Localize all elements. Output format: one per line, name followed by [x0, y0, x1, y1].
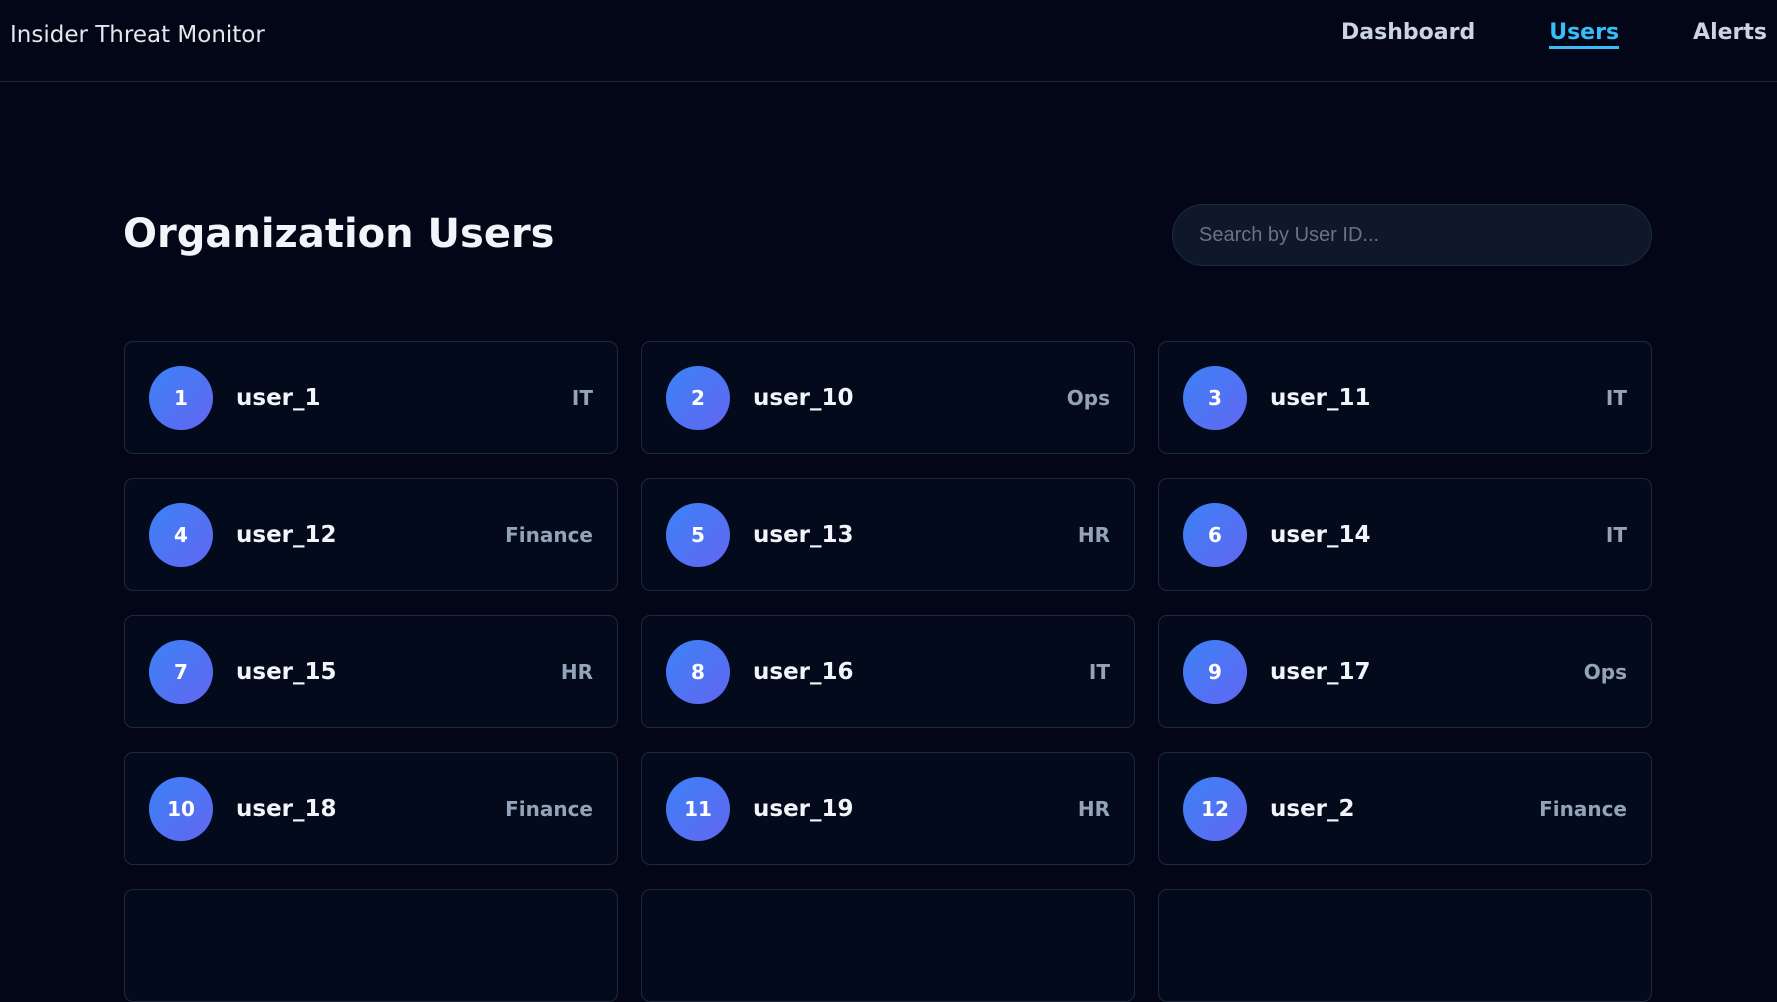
- department-label: Finance: [1539, 797, 1627, 821]
- avatar: 10: [149, 777, 213, 841]
- department-label: IT: [1605, 386, 1627, 410]
- department-label: HR: [560, 660, 593, 684]
- user-card-partial[interactable]: [641, 889, 1135, 1002]
- user-card[interactable]: 2 user_10 Ops: [641, 341, 1135, 454]
- user-card[interactable]: 11 user_19 HR: [641, 752, 1135, 865]
- avatar: 1: [149, 366, 213, 430]
- avatar: 11: [666, 777, 730, 841]
- main-nav: Dashboard Users Alerts: [1341, 20, 1777, 49]
- avatar: 9: [1183, 640, 1247, 704]
- user-card[interactable]: 3 user_11 IT: [1158, 341, 1652, 454]
- user-name: user_14: [1270, 522, 1371, 548]
- user-card[interactable]: 5 user_13 HR: [641, 478, 1135, 591]
- user-name: user_17: [1270, 659, 1371, 685]
- user-card[interactable]: 4 user_12 Finance: [124, 478, 618, 591]
- user-card[interactable]: 12 user_2 Finance: [1158, 752, 1652, 865]
- user-name: user_12: [236, 522, 337, 548]
- nav-dashboard-link[interactable]: Dashboard: [1341, 20, 1475, 49]
- user-name: user_10: [753, 385, 854, 411]
- user-name: user_1: [236, 385, 321, 411]
- avatar: 12: [1183, 777, 1247, 841]
- avatar: 8: [666, 640, 730, 704]
- user-card-grid: 1 user_1 IT 2 user_10 Ops 3 user_11 IT 4…: [124, 341, 1652, 1002]
- user-name: user_13: [753, 522, 854, 548]
- user-name: user_2: [1270, 796, 1355, 822]
- department-label: HR: [1077, 797, 1110, 821]
- user-card[interactable]: 7 user_15 HR: [124, 615, 618, 728]
- search-input[interactable]: [1172, 204, 1652, 266]
- nav-alerts-link[interactable]: Alerts: [1693, 20, 1767, 49]
- avatar: 7: [149, 640, 213, 704]
- user-card-partial[interactable]: [124, 889, 618, 1002]
- top-navigation-bar: Insider Threat Monitor Dashboard Users A…: [0, 0, 1777, 82]
- user-card-partial[interactable]: [1158, 889, 1652, 1002]
- user-card[interactable]: 9 user_17 Ops: [1158, 615, 1652, 728]
- avatar: 4: [149, 503, 213, 567]
- department-label: Finance: [505, 523, 593, 547]
- department-label: IT: [1605, 523, 1627, 547]
- department-label: HR: [1077, 523, 1110, 547]
- user-card[interactable]: 10 user_18 Finance: [124, 752, 618, 865]
- department-label: Finance: [505, 797, 593, 821]
- avatar: 2: [666, 366, 730, 430]
- user-card[interactable]: 1 user_1 IT: [124, 341, 618, 454]
- user-name: user_15: [236, 659, 337, 685]
- avatar: 3: [1183, 366, 1247, 430]
- user-card[interactable]: 8 user_16 IT: [641, 615, 1135, 728]
- user-card[interactable]: 6 user_14 IT: [1158, 478, 1652, 591]
- user-name: user_16: [753, 659, 854, 685]
- user-name: user_19: [753, 796, 854, 822]
- avatar: 6: [1183, 503, 1247, 567]
- nav-users-link[interactable]: Users: [1549, 20, 1620, 49]
- department-label: IT: [1088, 660, 1110, 684]
- department-label: Ops: [1066, 386, 1110, 410]
- user-name: user_18: [236, 796, 337, 822]
- page-title: Organization Users: [123, 211, 555, 257]
- department-label: Ops: [1583, 660, 1627, 684]
- department-label: IT: [571, 386, 593, 410]
- avatar: 5: [666, 503, 730, 567]
- user-name: user_11: [1270, 385, 1371, 411]
- app-title: Insider Threat Monitor: [10, 22, 265, 48]
